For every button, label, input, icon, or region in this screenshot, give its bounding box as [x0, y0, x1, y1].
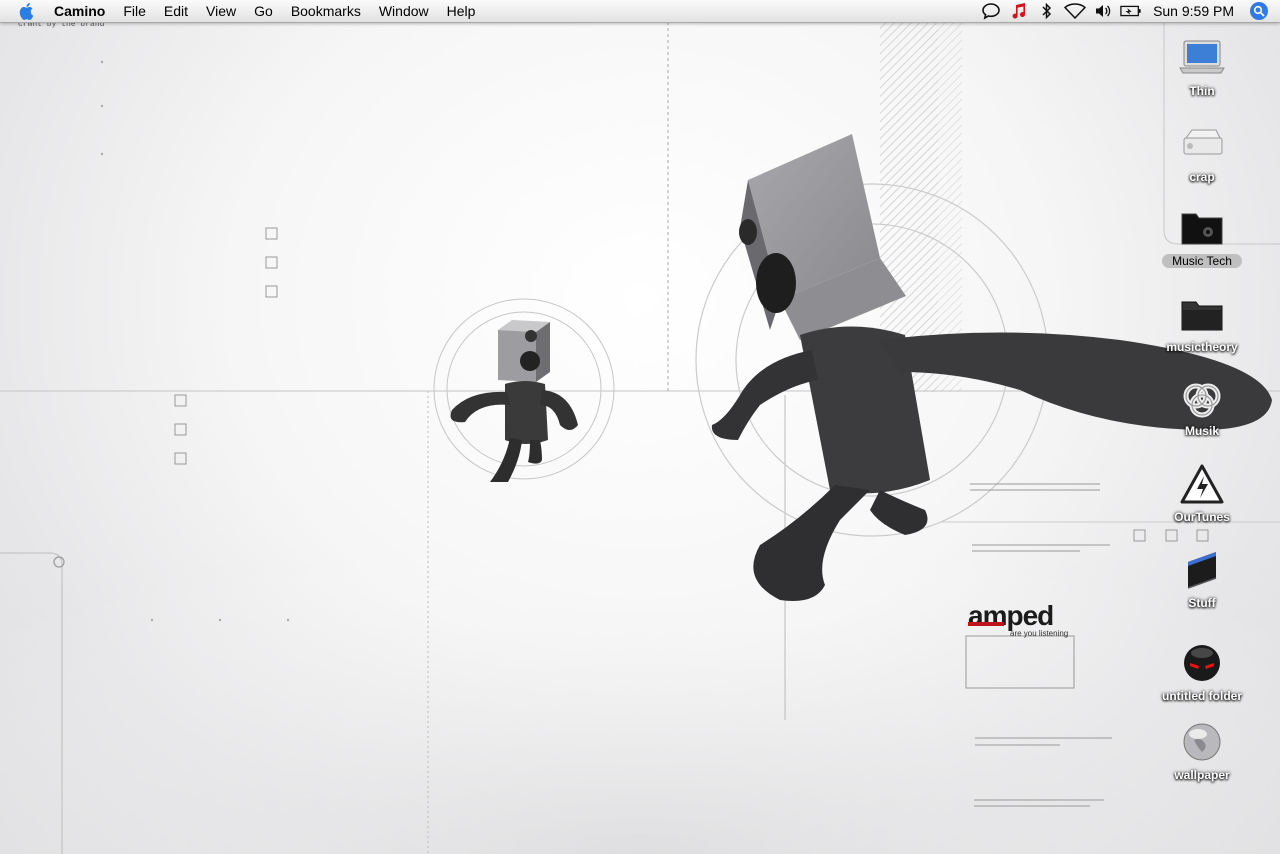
desktop-wallpaper: amped are you listening crmnt by the bra…	[0, 20, 1280, 854]
high-voltage-icon	[1178, 460, 1226, 508]
desktop-icon-label: Thin	[1189, 84, 1215, 98]
laptop-icon	[1178, 34, 1226, 82]
black-folder-icon	[1178, 204, 1226, 252]
book-folder-icon	[1178, 546, 1226, 594]
menu-view[interactable]: View	[197, 0, 245, 22]
desktop-icon-wallpaper[interactable]: wallpaper	[1147, 718, 1257, 782]
desktop-icon-musictheory[interactable]: musictheory	[1147, 290, 1257, 354]
bluetooth-icon[interactable]	[1036, 1, 1058, 21]
desktop-icon-label: Stuff	[1188, 596, 1216, 610]
desktop-icon-musik[interactable]: Musik	[1147, 374, 1257, 438]
menu-bookmarks[interactable]: Bookmarks	[282, 0, 370, 22]
menu-go[interactable]: Go	[245, 0, 282, 22]
menu-app-name[interactable]: Camino	[54, 0, 114, 22]
desktop-icon-ourtunes[interactable]: OurTunes	[1147, 460, 1257, 524]
menu-bar: Camino File Edit View Go Bookmarks Windo…	[0, 0, 1280, 23]
red-eyed-ball-icon	[1178, 639, 1226, 687]
knot-icon	[1178, 374, 1226, 422]
desktop-icon-label: OurTunes	[1174, 510, 1230, 524]
desktop-icon-label: untitled folder	[1162, 689, 1242, 703]
menu-clock[interactable]: Sun 9:59 PM	[1153, 3, 1234, 19]
desktop-icon-untitled-folder[interactable]: untitled folder	[1147, 639, 1257, 703]
desktop-icon-stuff[interactable]: Stuff	[1147, 546, 1257, 610]
itunes-note-icon[interactable]	[1008, 1, 1030, 21]
dark-folder-icon	[1178, 290, 1226, 338]
wifi-icon[interactable]	[1064, 1, 1087, 21]
spotlight-search-icon[interactable]	[1250, 2, 1268, 20]
menu-window[interactable]: Window	[370, 0, 438, 22]
amped-logo: amped	[968, 600, 1053, 631]
menu-extras: Sun 9:59 PM	[977, 0, 1280, 22]
external-drive-icon	[1178, 120, 1226, 168]
menu-help[interactable]: Help	[438, 0, 485, 22]
silver-globe-icon	[1178, 718, 1226, 766]
desktop-icon-label: musictheory	[1166, 340, 1238, 354]
desktop-icon-label: crap	[1189, 170, 1215, 184]
desktop-icon-label: Musik	[1184, 424, 1219, 438]
menu-edit[interactable]: Edit	[155, 0, 197, 22]
menu-file[interactable]: File	[114, 0, 155, 22]
desktop-icon-thin[interactable]: Thin	[1147, 34, 1257, 98]
volume-icon[interactable]	[1092, 1, 1114, 21]
amped-tagline: are you listening	[1010, 629, 1068, 638]
desktop-icon-music-tech[interactable]: Music Tech	[1147, 204, 1257, 268]
battery-icon[interactable]	[1120, 1, 1142, 21]
desktop-icon-label: wallpaper	[1174, 768, 1230, 782]
chat-icon[interactable]	[980, 1, 1002, 21]
desktop-icon-label: Music Tech	[1162, 254, 1242, 268]
desktop-icon-crap[interactable]: crap	[1147, 120, 1257, 184]
apple-menu-icon[interactable]	[17, 1, 37, 21]
